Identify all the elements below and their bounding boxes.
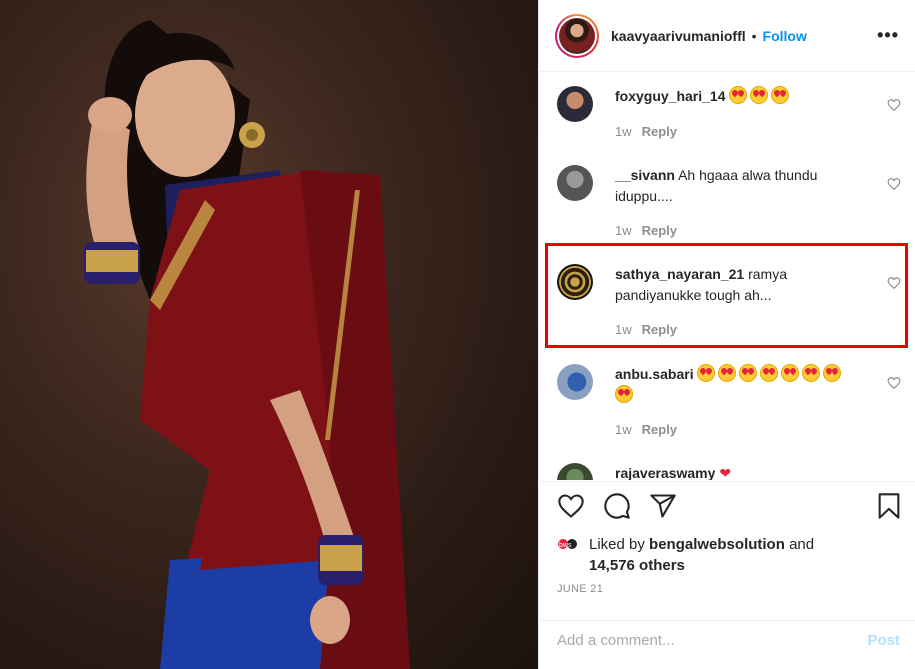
header-separator: • (751, 27, 757, 44)
comments-list[interactable]: foxyguy_hari_14 1w Reply __sivann Ah hgaa… (539, 73, 915, 480)
commenter-avatar[interactable] (557, 463, 593, 480)
author-avatar-frame (557, 15, 597, 56)
svg-text:bws: bws (559, 542, 572, 549)
share-icon[interactable] (649, 492, 677, 520)
comment-body: foxyguy_hari_14 (615, 86, 865, 107)
heart-eyes-emoji-icon (771, 86, 790, 104)
bookmark-icon[interactable] (875, 492, 903, 520)
heart-eyes-emoji-icon (750, 86, 769, 104)
emoji-group (729, 86, 792, 104)
post-photo[interactable] (0, 0, 538, 669)
reply-button[interactable]: Reply (642, 422, 677, 437)
comment-body: rajaveraswamy ❤ (615, 463, 865, 480)
like-comment-heart-icon[interactable] (887, 177, 901, 191)
heart-eyes-emoji-icon (718, 364, 737, 382)
reply-button[interactable]: Reply (642, 124, 677, 139)
likes-conjunction: and (789, 536, 815, 553)
author-username[interactable]: kaavyaarivumanioffl (611, 28, 746, 44)
heart-eyes-emoji-icon (615, 385, 633, 403)
comment-username[interactable]: anbu.sabari (615, 366, 694, 382)
comment-body: anbu.sabari (615, 364, 865, 406)
liked-by-username[interactable]: bengalwebsolution (649, 536, 785, 553)
commenter-avatar[interactable] (557, 165, 593, 201)
post-header: kaavyaarivumanioffl • Follow ••• (539, 0, 915, 72)
comment-meta: 1w Reply (615, 422, 677, 437)
heart-eyes-emoji-icon (739, 364, 758, 382)
comment-time: 1w (615, 422, 632, 437)
comment-body: __sivann Ah hgaaa alwa thundu iduppu.... (615, 165, 865, 207)
heart-eyes-emoji-icon (823, 364, 842, 382)
red-heart-emoji-icon: ❤ (719, 465, 732, 480)
likes-text: Liked by bengalwebsolution and 14,576 ot… (589, 534, 889, 576)
follow-button[interactable]: Follow (763, 28, 807, 44)
author-avatar[interactable] (555, 13, 599, 58)
like-comment-heart-icon[interactable] (887, 376, 901, 390)
comment-username[interactable]: foxyguy_hari_14 (615, 88, 726, 104)
post-photo-illustration (84, 20, 410, 669)
heart-eyes-emoji-icon (760, 364, 779, 382)
likes-others-count[interactable]: 14,576 others (589, 557, 685, 574)
reply-button[interactable]: Reply (642, 223, 677, 238)
heart-eyes-emoji-icon (697, 364, 716, 382)
comment-icon[interactable] (603, 492, 631, 520)
heart-eyes-emoji-icon (781, 364, 800, 382)
commenter-avatar[interactable] (557, 364, 593, 400)
post-actions: bws Liked by bengalwebsolution and 14,57… (539, 481, 915, 669)
liker-avatar[interactable]: bws (557, 536, 581, 552)
heart-eyes-emoji-icon (729, 86, 748, 104)
comment-meta: 1w Reply (615, 124, 677, 139)
comment-input[interactable]: Add a comment... (557, 632, 675, 649)
action-icons (555, 492, 905, 524)
highlight-box (545, 243, 908, 348)
likes-prefix: Liked by (589, 536, 645, 553)
post-comment-button[interactable]: Post (867, 632, 900, 649)
post-date[interactable]: JUNE 21 (557, 583, 603, 595)
comment-time: 1w (615, 223, 632, 238)
author-avatar-image (559, 17, 595, 54)
comment-time: 1w (615, 124, 632, 139)
comment-username[interactable]: rajaveraswamy (615, 465, 715, 480)
comment-username[interactable]: __sivann (615, 167, 675, 183)
post-side-panel: kaavyaarivumanioffl • Follow ••• foxyguy… (538, 0, 915, 669)
like-comment-heart-icon[interactable] (887, 98, 901, 112)
heart-eyes-emoji-icon (802, 364, 821, 382)
more-icon[interactable]: ••• (877, 25, 899, 46)
commenter-avatar[interactable] (557, 86, 593, 122)
heart-icon[interactable] (557, 492, 585, 520)
comment-meta: 1w Reply (615, 223, 677, 238)
